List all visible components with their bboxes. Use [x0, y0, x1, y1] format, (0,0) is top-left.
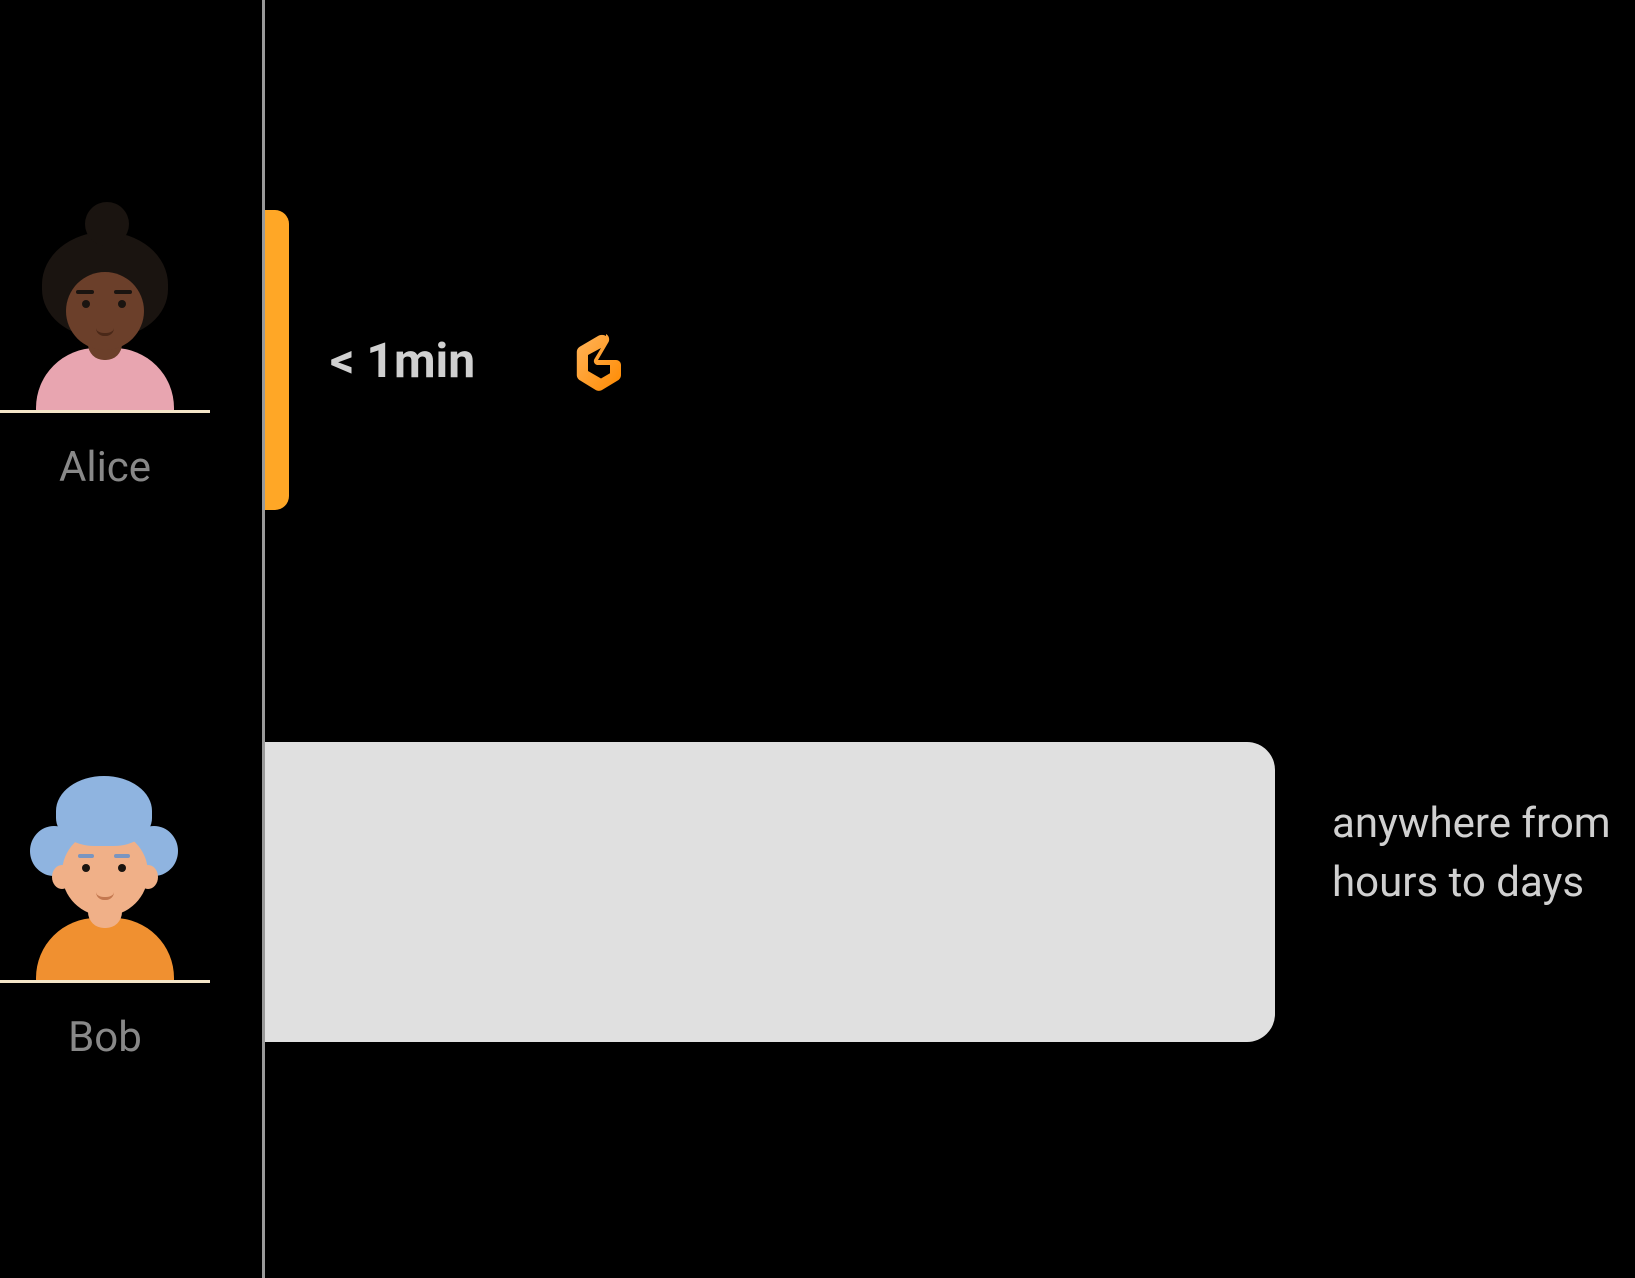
bob-avatar-container: Bob	[0, 770, 210, 1062]
alice-avatar-container: Alice	[0, 200, 210, 492]
bob-name-label: Bob	[0, 1013, 210, 1062]
alice-time-label: < 1min	[330, 332, 475, 389]
alice-name-label: Alice	[0, 443, 210, 492]
bob-time-label: anywhere from hours to days	[1332, 795, 1612, 913]
bob-underline	[0, 980, 210, 983]
alice-avatar	[0, 200, 210, 410]
alice-underline	[0, 410, 210, 413]
bob-time-bar	[265, 742, 1275, 1042]
gitpod-logo-icon	[570, 330, 634, 398]
alice-time-bar	[265, 210, 289, 510]
timeline-axis	[262, 0, 265, 1278]
bob-avatar	[0, 770, 210, 980]
